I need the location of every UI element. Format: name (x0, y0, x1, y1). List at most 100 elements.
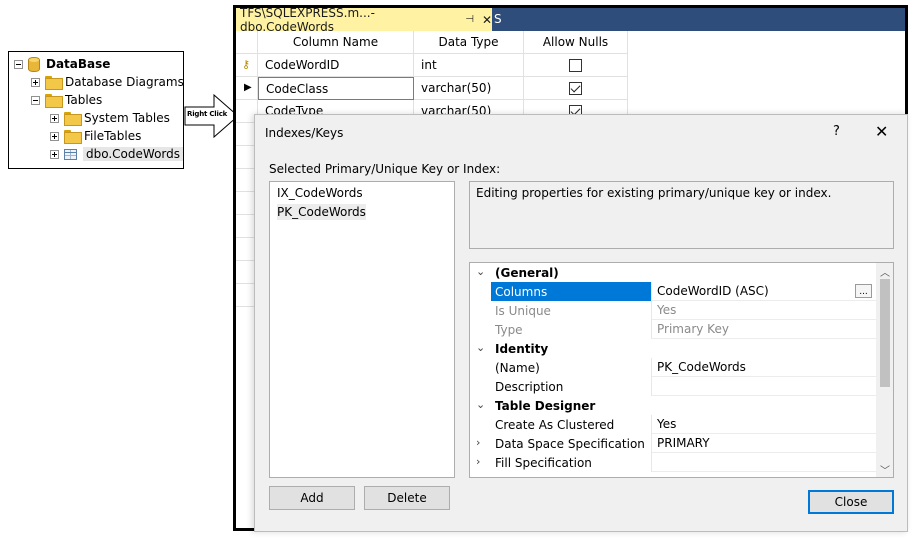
cell-data-type[interactable]: int (414, 54, 524, 77)
tree-item-filetables[interactable]: FileTables (50, 127, 141, 145)
property-columns[interactable]: Columns CodeWordID (ASC) ... (470, 282, 876, 301)
tree-item-label: dbo.CodeWords (83, 147, 183, 161)
header-data-type[interactable]: Data Type (414, 31, 524, 54)
collapse-icon[interactable] (31, 95, 40, 105)
cell-column-name[interactable]: CodeWordID (258, 54, 414, 77)
tree-item-database[interactable]: DataBase (14, 55, 110, 73)
tree-item-dbo-codewords[interactable]: dbo.CodeWords (50, 145, 183, 163)
cell-allow-nulls[interactable] (524, 54, 628, 77)
screenshot-root: DataBase Database Diagrams Tables System… (0, 0, 913, 540)
cell-data-type[interactable]: varchar(50) (414, 77, 524, 100)
property-name-field[interactable]: (Name) PK_CodeWords (470, 358, 876, 377)
property-name: Data Space Specification (495, 436, 645, 451)
property-name: Fill Specification (495, 455, 592, 470)
property-value[interactable] (651, 377, 876, 396)
expand-icon[interactable] (50, 149, 59, 159)
key-list[interactable]: IX_CodeWords PK_CodeWords (269, 181, 455, 478)
property-name: Create As Clustered (495, 417, 615, 432)
tree-item-label: System Tables (84, 111, 170, 125)
property-value[interactable]: Primary Key (651, 320, 876, 339)
tree-item-system-tables[interactable]: System Tables (50, 109, 170, 127)
property-name: Identity (495, 341, 549, 356)
close-tab-icon[interactable]: ✕ (482, 13, 492, 27)
database-icon (28, 56, 40, 72)
tree-item-label: DataBase (46, 57, 111, 71)
category-identity[interactable]: ⌄ Identity (470, 339, 876, 358)
property-name: Is Unique (495, 303, 551, 318)
category-table-designer[interactable]: ⌄ Table Designer (470, 396, 876, 415)
tree-item-label: Tables (65, 93, 103, 107)
chevron-down-icon[interactable]: ⌄ (476, 398, 485, 411)
folder-icon (45, 76, 63, 90)
property-description[interactable]: Description (470, 377, 876, 396)
grid-corner (236, 31, 258, 54)
tree-item-label: FileTables (84, 129, 142, 143)
table-row[interactable]: ⚷ CodeWordID int (236, 54, 628, 77)
expand-icon[interactable] (31, 77, 40, 87)
property-scrollbar[interactable]: ︿ ﹀ (876, 263, 893, 477)
expand-icon[interactable] (50, 113, 59, 123)
property-name: (Name) (495, 360, 540, 375)
tab-dbo-codewords[interactable]: TFS\SQLEXPRESS.m...- dbo.CodeWords ⊣ ✕ (236, 8, 492, 34)
scroll-down-icon[interactable]: ﹀ (876, 461, 893, 477)
header-allow-nulls[interactable]: Allow Nulls (524, 31, 628, 54)
property-value[interactable] (651, 453, 876, 472)
property-type[interactable]: Type Primary Key (470, 320, 876, 339)
add-button[interactable]: Add (269, 486, 355, 510)
property-is-unique[interactable]: Is Unique Yes (470, 301, 876, 320)
document-tabstrip: TFS\SQLEXPRESS.m...- dbo.CodeWords ⊣ ✕ S (236, 8, 905, 34)
tree-item-tables[interactable]: Tables (31, 91, 102, 109)
property-name[interactable]: Columns (491, 282, 651, 301)
pin-icon[interactable]: ⊣ (465, 14, 474, 25)
tree-item-database-diagrams[interactable]: Database Diagrams (31, 73, 184, 91)
property-value[interactable]: PRIMARY (651, 434, 876, 453)
property-value[interactable]: PK_CodeWords (651, 358, 876, 377)
property-value[interactable]: Yes (651, 415, 876, 434)
folder-icon (64, 130, 82, 144)
scroll-thumb[interactable] (880, 279, 890, 387)
property-value[interactable]: CodeWordID (ASC) (651, 282, 876, 301)
property-name: (General) (495, 265, 559, 280)
row-selector[interactable]: ▶ (236, 77, 258, 100)
property-fill-specification[interactable]: › Fill Specification (470, 453, 876, 472)
ellipsis-button[interactable]: ... (855, 284, 872, 298)
table-icon (64, 148, 77, 160)
category-general[interactable]: ⌄ (General) (470, 263, 876, 282)
folder-icon (64, 112, 82, 126)
cell-allow-nulls[interactable] (524, 77, 628, 100)
current-row-icon: ▶ (244, 82, 252, 93)
description-box: Editing properties for existing primary/… (469, 181, 894, 249)
close-icon[interactable]: ✕ (875, 122, 888, 141)
key-list-label: Selected Primary/Unique Key or Index: (269, 162, 501, 176)
header-column-name[interactable]: Column Name (258, 31, 414, 54)
key-icon: ⚷ (242, 58, 251, 71)
allow-nulls-checkbox[interactable] (569, 81, 582, 95)
help-button[interactable]: ? (833, 124, 840, 139)
property-name: Description (495, 379, 564, 394)
expand-icon[interactable] (50, 131, 59, 141)
list-item[interactable]: PK_CodeWords (277, 204, 366, 220)
property-name: Type (495, 322, 523, 337)
arrow-label: Right Click (187, 110, 228, 118)
delete-button[interactable]: Delete (364, 486, 450, 510)
close-button[interactable]: Close (808, 490, 894, 514)
folder-icon (45, 94, 63, 108)
row-selector[interactable]: ⚷ (236, 54, 258, 77)
property-value[interactable]: Yes (651, 301, 876, 320)
table-row[interactable]: ▶ CodeClass varchar(50) (236, 77, 628, 100)
collapse-icon[interactable] (14, 59, 23, 69)
object-explorer-tree: DataBase Database Diagrams Tables System… (8, 51, 184, 169)
property-data-space[interactable]: › Data Space Specification PRIMARY (470, 434, 876, 453)
dialog-title: Indexes/Keys (265, 126, 344, 140)
chevron-right-icon[interactable]: › (476, 455, 480, 468)
allow-nulls-checkbox[interactable] (569, 58, 582, 72)
tree-item-label: Database Diagrams (65, 75, 184, 89)
cell-column-name[interactable]: CodeClass (258, 77, 414, 100)
chevron-down-icon[interactable]: ⌄ (476, 265, 485, 278)
chevron-down-icon[interactable]: ⌄ (476, 341, 485, 354)
scroll-up-icon[interactable]: ︿ (876, 263, 893, 279)
list-item[interactable]: IX_CodeWords (277, 185, 363, 201)
property-create-as-clustered[interactable]: Create As Clustered Yes (470, 415, 876, 434)
tab-secondary[interactable]: S (494, 8, 502, 31)
chevron-right-icon[interactable]: › (476, 436, 480, 449)
